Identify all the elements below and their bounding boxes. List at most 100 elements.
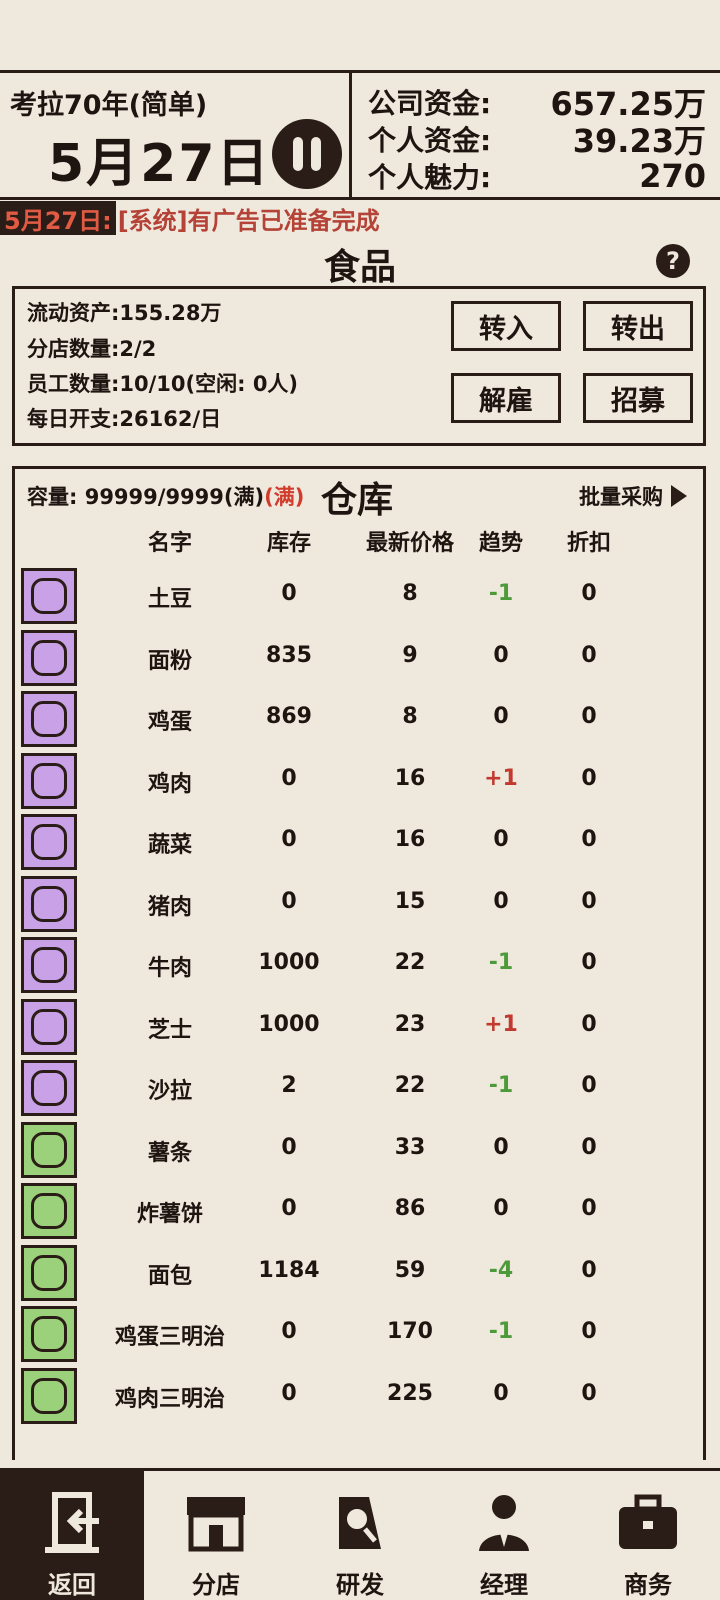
warehouse-title: 仓库 — [321, 480, 394, 521]
egg-sandwich-icon — [21, 1306, 77, 1362]
nav-shop[interactable]: 分店 — [144, 1471, 288, 1600]
item-trend: 0 — [493, 1196, 509, 1221]
potato-icon — [21, 568, 77, 624]
col-discount: 折扣 — [566, 531, 611, 556]
table-row[interactable]: 蔬菜 0 16 0 0 — [15, 811, 703, 873]
charm-label: 个人魅力: — [368, 160, 492, 194]
table-row[interactable]: 炸薯饼 0 86 0 0 — [15, 1180, 703, 1242]
nav-back[interactable]: 返回 — [0, 1471, 144, 1600]
funds-panel: 公司资金: 657.25万 个人资金: 39.23万 个人魅力: 270 — [352, 73, 720, 197]
item-price: 170 — [387, 1319, 433, 1344]
company-funds-row: 公司资金: 657.25万 — [368, 83, 706, 123]
cheese-icon — [21, 998, 77, 1055]
table-row[interactable]: 面粉 835 9 0 0 — [15, 627, 703, 689]
fries-icon — [21, 1121, 77, 1178]
broccoli-icon — [21, 814, 77, 870]
item-trend: 0 — [493, 1134, 509, 1160]
section-title: 食品 — [323, 247, 396, 288]
table-row[interactable]: 鸡蛋三明治 0 170 -1 0 — [15, 1303, 703, 1365]
item-name: 蔬菜 — [147, 833, 192, 858]
item-name: 鸡肉三明治 — [114, 1386, 225, 1412]
item-price: 22 — [394, 1073, 426, 1098]
item-discount: 0 — [581, 1319, 597, 1344]
personal-funds-label: 个人资金: — [368, 123, 492, 157]
salad-icon — [21, 1060, 77, 1116]
play-arrow-icon — [671, 485, 687, 507]
col-price: 最新价格 — [365, 531, 454, 556]
table-row[interactable]: 鸡肉 0 16 +1 0 — [15, 750, 703, 812]
item-discount: 0 — [581, 581, 597, 606]
bulk-buy-label: 批量采购 — [579, 485, 663, 509]
item-discount: 0 — [581, 1134, 597, 1160]
col-name: 名字 — [147, 531, 192, 556]
item-trend: 0 — [493, 704, 509, 729]
research-icon — [339, 1497, 381, 1549]
item-price: 8 — [402, 704, 418, 729]
news-ticker[interactable]: 5月27日: [系统]有广告已准备完成 — [0, 201, 720, 235]
bulk-buy-button[interactable]: 批量采购 — [579, 481, 687, 511]
item-name: 面包 — [147, 1263, 192, 1289]
nav-back-label: 返回 — [48, 1571, 96, 1599]
table-row[interactable]: 鸡蛋 869 8 0 0 — [15, 688, 703, 750]
recruit-button[interactable]: 招募 — [583, 373, 693, 423]
table-row[interactable]: 猪肉 0 15 0 0 — [15, 873, 703, 935]
branch-count: 分店数量:2/2 — [27, 337, 157, 361]
item-discount: 0 — [581, 642, 597, 668]
table-row[interactable]: 沙拉 2 22 -1 0 — [15, 1057, 703, 1119]
item-name: 牛肉 — [147, 956, 192, 981]
item-trend: -1 — [488, 1319, 514, 1344]
table-row[interactable]: 芝士 1000 23 +1 0 — [15, 996, 703, 1058]
charm-row: 个人魅力: 270 — [368, 157, 706, 195]
current-date: 5月27日 — [48, 134, 271, 194]
item-name: 鸡肉 — [147, 771, 192, 797]
item-price: 86 — [394, 1196, 426, 1221]
item-list: 土豆 0 8 -1 0 面粉 835 9 0 0 鸡蛋 869 8 0 0 鸡肉 0 16 +1 0 蔬菜 0 16 0 0 猪肉… — [15, 565, 703, 1426]
item-price: 23 — [394, 1011, 426, 1037]
item-stock: 2 — [281, 1073, 297, 1098]
pause-button[interactable] — [272, 119, 342, 189]
save-title: 考拉70年(简单) — [10, 90, 208, 121]
egg-icon — [21, 691, 77, 747]
nav-research[interactable]: 研发 — [288, 1471, 432, 1600]
item-stock: 0 — [281, 888, 297, 914]
hashbrown-icon — [21, 1183, 77, 1239]
beef-icon — [21, 937, 77, 993]
manager-icon — [479, 1495, 529, 1551]
personal-funds-row: 个人资金: 39.23万 — [368, 120, 706, 160]
transfer-in-button[interactable]: 转入 — [451, 301, 561, 351]
item-trend: -1 — [488, 1073, 514, 1098]
fire-button[interactable]: 解雇 — [451, 373, 561, 423]
nav-research-label: 研发 — [336, 1571, 384, 1599]
item-stock: 869 — [266, 704, 312, 729]
item-trend: 0 — [493, 1380, 509, 1406]
table-row[interactable]: 面包 1184 59 -4 0 — [15, 1242, 703, 1304]
table-row[interactable]: 鸡肉三明治 0 225 0 0 — [15, 1365, 703, 1427]
item-trend: +1 — [484, 765, 518, 791]
shop-icon — [187, 1497, 245, 1552]
table-row[interactable]: 牛肉 1000 22 -1 0 — [15, 934, 703, 996]
nav-business[interactable]: 商务 — [576, 1471, 720, 1600]
ticker-message: [系统]有广告已准备完成 — [117, 206, 380, 235]
col-trend: 趋势 — [478, 531, 523, 556]
table-row[interactable]: 薯条 0 33 0 0 — [15, 1119, 703, 1181]
item-stock: 0 — [281, 765, 297, 791]
item-trend: +1 — [484, 1011, 518, 1037]
item-name: 薯条 — [147, 1140, 192, 1166]
item-discount: 0 — [581, 888, 597, 914]
nav-manager[interactable]: 经理 — [432, 1471, 576, 1600]
item-name: 鸡蛋 — [147, 710, 192, 735]
help-button[interactable]: ? — [656, 244, 690, 278]
nav-business-label: 商务 — [624, 1571, 672, 1599]
table-row[interactable]: 土豆 0 8 -1 0 — [15, 565, 703, 627]
date-panel: 考拉70年(简单) 5月27日 — [0, 73, 352, 197]
bread-icon — [21, 1244, 77, 1301]
col-stock: 库存 — [266, 531, 311, 556]
personal-funds-value: 39.23万 — [572, 121, 706, 160]
item-stock: 0 — [281, 827, 297, 852]
transfer-out-button[interactable]: 转出 — [583, 301, 693, 351]
item-discount: 0 — [581, 1073, 597, 1098]
item-stock: 1184 — [258, 1257, 320, 1283]
item-name: 炸薯饼 — [136, 1202, 203, 1227]
item-trend: 0 — [493, 827, 509, 852]
header-panel: 考拉70年(简单) 5月27日 公司资金: 657.25万 个人资金: 39.2… — [0, 70, 720, 200]
